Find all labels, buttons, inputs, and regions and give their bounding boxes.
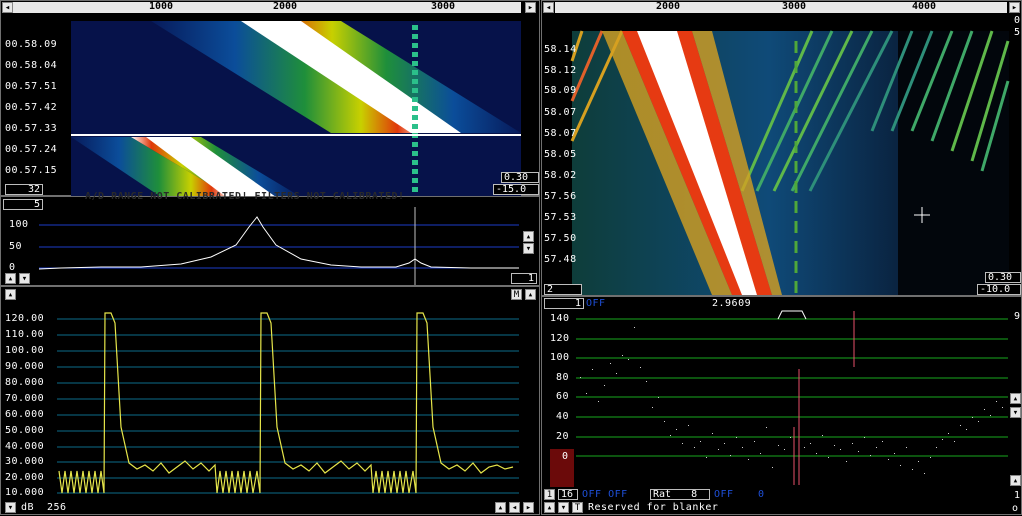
scatter-points [580, 327, 1003, 474]
right-plot-panel: 1 OFF 2.9609 9 140 120 100 80 60 40 20 0… [541, 296, 1022, 515]
spectrum-zoom-up-button[interactable]: ▴ [5, 273, 16, 284]
right-time-label: 58.07 [544, 128, 577, 139]
status-up-button[interactable]: ▴ [544, 502, 555, 513]
timeplot-ylabel: 60.000 [5, 409, 45, 420]
corner-letter[interactable]: o [1012, 503, 1019, 514]
right-plot-side-up-button[interactable]: ▴ [1010, 475, 1021, 486]
right-waterfall-gain-box[interactable]: 0.30 [985, 272, 1021, 283]
timeplot-scroll-up-button[interactable]: ▴ [495, 502, 506, 513]
timeplot-ylabel: 70.000 [5, 393, 45, 404]
right-time-label: 58.05 [544, 149, 577, 160]
right-plot-ylabel: 40 [556, 411, 570, 422]
right-plot-bottom-box[interactable]: 16 [558, 489, 578, 500]
right-time-label: 57.53 [544, 212, 577, 223]
ratio-label: Rat [653, 489, 672, 500]
right-plot-ylabel: 80 [556, 372, 570, 383]
right-bottom-digit: 1 [1014, 490, 1021, 501]
time-label: 00.57.51 [5, 81, 58, 92]
right-time-label: 58.14 [544, 44, 577, 55]
status-down-button[interactable]: ▾ [558, 502, 569, 513]
spectrum-down-button[interactable]: ▾ [523, 243, 534, 254]
timeplot-ylabel: 90.000 [5, 361, 45, 372]
timeplot-scroll-left-button[interactable]: ◂ [509, 502, 520, 513]
right-waterfall-image[interactable] [542, 1, 1022, 297]
timeplot-ylabel: 80.000 [5, 377, 45, 388]
right-time-label: 58.12 [544, 65, 577, 76]
waterfall-gain-box[interactable]: 0.30 [501, 172, 539, 183]
spectrum-graph[interactable] [1, 197, 541, 287]
right-waterfall-left-box[interactable]: 2 [544, 284, 582, 295]
status-t-button[interactable]: T [572, 502, 583, 513]
timeplot-length: 256 [47, 502, 67, 513]
spectrum-tick: 50 [9, 241, 23, 252]
right-time-label: 58.09 [544, 85, 577, 96]
off2-label[interactable]: OFF [714, 489, 734, 500]
left-waterfall-image[interactable] [1, 1, 541, 197]
time-label: 00.58.04 [5, 60, 58, 71]
right-waterfall-panel: ◂ ▸ 2000 3000 4000 0 5 58.14 58.12 58.09… [541, 0, 1022, 296]
time-label: 00.58.09 [5, 39, 58, 50]
left-timeplot-panel: ▴ M ▴ 120.00 110.00 100.00 90.000 80.000… [0, 286, 540, 515]
off2-value: 0 [758, 489, 765, 500]
spectrum-right-box[interactable]: 1 [511, 273, 537, 284]
right-time-label: 58.02 [544, 170, 577, 181]
spectrum-tick: 100 [9, 219, 29, 230]
right-waterfall-level-box[interactable]: -10.0 [977, 284, 1021, 295]
right-plot-ylabel: 140 [550, 313, 570, 324]
right-plot-ylabel: 0 [562, 451, 569, 462]
right-plot-up-button[interactable]: ▴ [1010, 393, 1021, 404]
status-text: Reserved for blanker [588, 502, 719, 513]
right-plot-graph[interactable] [542, 297, 1022, 516]
time-label: 00.57.42 [5, 102, 58, 113]
right-plot-ylabel: 120 [550, 333, 570, 344]
spectrum-tick: 0 [9, 262, 16, 273]
ratio-value: 8 [691, 489, 698, 500]
right-plot-ylabel: 60 [556, 391, 570, 402]
right-plot-ylabel: 100 [550, 352, 570, 363]
spectrum-zoom-down-button[interactable]: ▾ [19, 273, 30, 284]
spectrum-up-button[interactable]: ▴ [523, 231, 534, 242]
right-time-label: 57.50 [544, 233, 577, 244]
timeplot-scroll-right-button[interactable]: ▸ [523, 502, 534, 513]
timeplot-ylabel: 100.00 [5, 345, 45, 356]
right-plot-ylabel: 20 [556, 431, 570, 442]
left-waterfall-panel: ◂ ▸ 1000 2000 3000 00.58.09 00.58.04 00.… [0, 0, 541, 197]
timeplot-ylabel: 50.000 [5, 425, 45, 436]
timeplot-ylabel: 10.000 [5, 487, 45, 498]
right-time-label: 58.07 [544, 107, 577, 118]
timeplot-ylabel: 30.000 [5, 456, 45, 467]
right-time-label: 57.56 [544, 191, 577, 202]
right-time-label: 57.48 [544, 254, 577, 265]
timeplot-down-button[interactable]: ▾ [5, 502, 16, 513]
waterfall-average-box[interactable]: 32 [5, 184, 43, 195]
timeplot-unit: dB [21, 502, 35, 513]
timeplot-ylabel: 20.000 [5, 472, 45, 483]
time-label: 00.57.24 [5, 144, 58, 155]
right-plot-down-button[interactable]: ▾ [1010, 407, 1021, 418]
time-label: 00.57.15 [5, 165, 58, 176]
waterfall-level-box[interactable]: -15.0 [493, 184, 539, 195]
timeplot-ylabel: 40.000 [5, 441, 45, 452]
timeplot-graph[interactable] [1, 287, 541, 516]
left-spectrum-panel: 5 A/D RANGE NOT CALIBRATED! FILTERS NOT … [0, 191, 541, 287]
toggle-off-pair[interactable]: OFF OFF [582, 489, 628, 500]
time-label: 00.57.33 [5, 123, 58, 134]
right-plot-mode-button[interactable]: 1 [544, 489, 555, 500]
timeplot-ylabel: 120.00 [5, 313, 45, 324]
timeplot-ylabel: 110.00 [5, 329, 45, 340]
ratio-box[interactable]: Rat 8 [650, 489, 710, 500]
